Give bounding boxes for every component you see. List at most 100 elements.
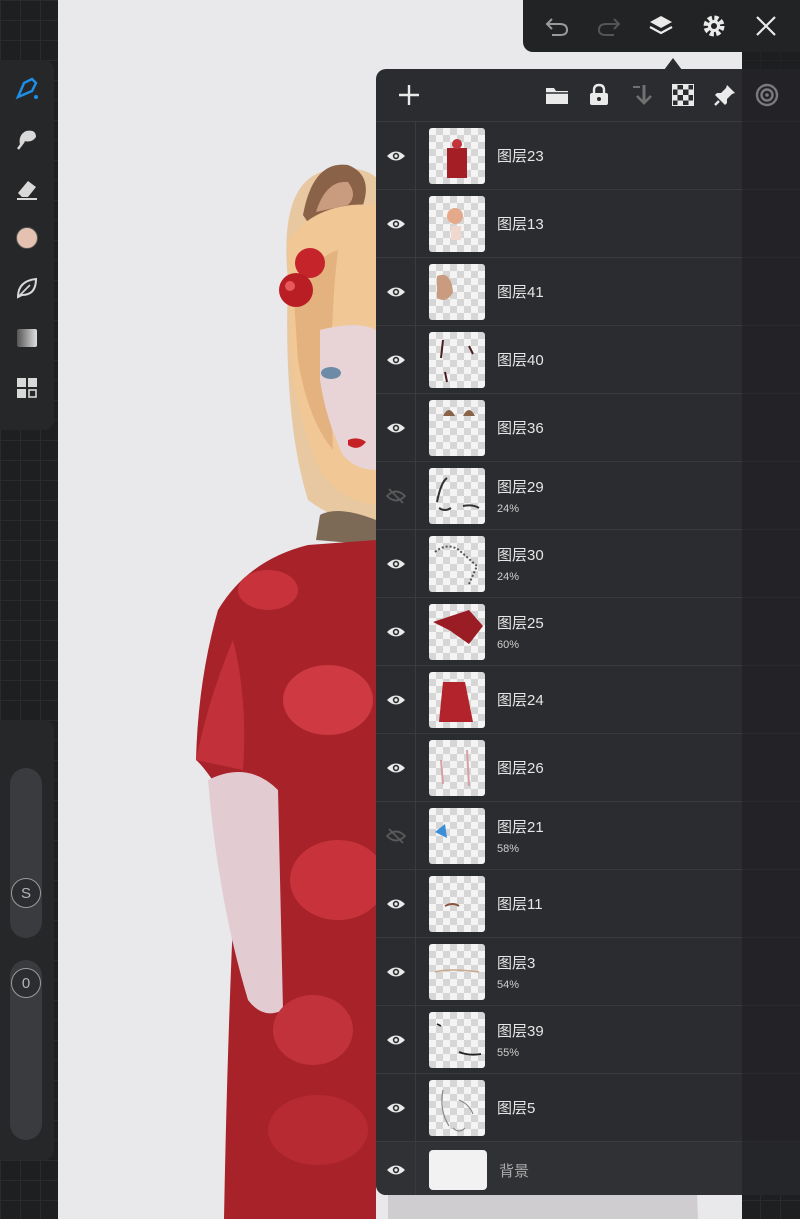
eye-icon[interactable] bbox=[376, 1006, 416, 1073]
opacity-slider-handle[interactable]: 0 bbox=[11, 968, 41, 998]
layer-text: 图层29 24% bbox=[497, 476, 544, 515]
layer-row[interactable]: 图层3 54% bbox=[376, 938, 800, 1006]
folder-icon[interactable] bbox=[536, 74, 578, 116]
layer-thumbnail bbox=[429, 807, 485, 864]
eye-icon[interactable] bbox=[376, 870, 416, 937]
eye-icon[interactable] bbox=[376, 530, 416, 597]
layer-row[interactable]: 图层11 bbox=[376, 870, 800, 938]
layer-row[interactable]: 图层41 bbox=[376, 258, 800, 326]
undo-icon[interactable] bbox=[540, 9, 574, 43]
layer-row[interactable]: 图层23 bbox=[376, 122, 800, 190]
merge-down-icon[interactable] bbox=[620, 74, 662, 116]
layer-thumbnail bbox=[429, 1079, 485, 1136]
eye-hidden-icon[interactable] bbox=[376, 462, 416, 529]
layer-row[interactable]: 图层39 55% bbox=[376, 1006, 800, 1074]
color-swatch[interactable] bbox=[14, 226, 40, 250]
layers-toolbar bbox=[376, 69, 800, 122]
layer-text: 图层13 bbox=[497, 213, 544, 234]
smudge-icon[interactable] bbox=[14, 126, 40, 150]
background-layer-name: 背景 bbox=[499, 1162, 530, 1180]
lock-icon[interactable] bbox=[578, 74, 620, 116]
layer-name: 图层29 bbox=[497, 479, 544, 496]
layer-thumbnail bbox=[429, 603, 485, 660]
layer-text: 图层26 bbox=[497, 757, 544, 778]
layer-row[interactable]: 图层21 58% bbox=[376, 802, 800, 870]
layer-text: 图层11 bbox=[497, 893, 543, 914]
opacity-slider[interactable]: 0 bbox=[10, 960, 42, 1140]
layer-row[interactable]: 图层29 24% bbox=[376, 462, 800, 530]
layer-row[interactable]: 图层25 60% bbox=[376, 598, 800, 666]
layers-icon[interactable] bbox=[644, 9, 678, 43]
layer-name: 图层24 bbox=[497, 692, 544, 709]
eye-icon[interactable] bbox=[376, 326, 416, 393]
brush-size-slider[interactable]: S bbox=[10, 768, 42, 938]
layer-opacity: 58% bbox=[497, 843, 520, 855]
layer-thumbnail bbox=[429, 195, 485, 252]
layer-name: 图层39 bbox=[497, 1023, 544, 1040]
layer-name: 图层23 bbox=[497, 148, 544, 165]
target-icon[interactable] bbox=[746, 74, 788, 116]
layer-thumbnail bbox=[429, 331, 485, 388]
layer-row[interactable]: 图层36 bbox=[376, 394, 800, 462]
eye-icon[interactable] bbox=[376, 938, 416, 1005]
layer-row[interactable]: 图层24 bbox=[376, 666, 800, 734]
layer-row[interactable]: 图层30 24% bbox=[376, 530, 800, 598]
transparency-icon[interactable] bbox=[662, 74, 704, 116]
layer-name: 图层3 bbox=[497, 955, 536, 972]
layer-name: 图层36 bbox=[497, 420, 544, 437]
slider-panel: S 0 bbox=[0, 720, 54, 1160]
layer-name: 图层25 bbox=[497, 615, 544, 632]
layer-row[interactable]: 图层5 bbox=[376, 1074, 800, 1142]
eye-icon[interactable] bbox=[376, 190, 416, 257]
layer-opacity: 55% bbox=[497, 1047, 520, 1059]
eye-icon[interactable] bbox=[376, 666, 416, 733]
leaf-icon[interactable] bbox=[14, 276, 40, 300]
eye-icon[interactable] bbox=[376, 258, 416, 325]
eye-icon[interactable] bbox=[376, 1142, 416, 1195]
background-layer-row[interactable]: 背景 bbox=[376, 1142, 800, 1195]
settings-icon[interactable] bbox=[697, 9, 731, 43]
eye-icon[interactable] bbox=[376, 1074, 416, 1141]
eye-icon[interactable] bbox=[376, 394, 416, 461]
layer-name: 图层21 bbox=[497, 819, 544, 836]
layer-thumbnail bbox=[429, 399, 485, 456]
layer-thumbnail bbox=[429, 1011, 485, 1068]
layer-text: 图层36 bbox=[497, 417, 544, 438]
top-toolbar bbox=[523, 0, 800, 52]
layer-thumbnail bbox=[429, 263, 485, 320]
layer-thumbnail bbox=[429, 535, 485, 592]
eye-icon[interactable] bbox=[376, 734, 416, 801]
layer-thumbnail bbox=[429, 943, 485, 1000]
close-icon[interactable] bbox=[749, 9, 783, 43]
add-layer-icon[interactable] bbox=[388, 74, 430, 116]
pin-icon[interactable] bbox=[704, 74, 746, 116]
layer-text: 图层41 bbox=[497, 281, 544, 302]
eye-hidden-icon[interactable] bbox=[376, 802, 416, 869]
brush-icon[interactable] bbox=[14, 76, 40, 100]
layer-thumbnail bbox=[429, 875, 485, 932]
eye-icon[interactable] bbox=[376, 122, 416, 189]
size-slider-handle[interactable]: S bbox=[11, 878, 41, 908]
layer-text: 图层40 bbox=[497, 349, 544, 370]
layer-name: 图层26 bbox=[497, 760, 544, 777]
layers-panel: 图层23 图层13 图层41 图层40 图层36 图层29 24% 图层30 24% 图层25 60… bbox=[376, 69, 800, 1195]
grid-icon[interactable] bbox=[14, 376, 40, 400]
layer-opacity: 54% bbox=[497, 979, 520, 991]
layer-thumbnail bbox=[429, 127, 485, 184]
layer-name: 图层40 bbox=[497, 352, 544, 369]
layer-name: 图层11 bbox=[497, 896, 543, 913]
gradient-icon[interactable] bbox=[14, 326, 40, 350]
eraser-icon[interactable] bbox=[14, 176, 40, 200]
layer-text: 图层5 bbox=[497, 1097, 535, 1118]
redo-icon[interactable] bbox=[592, 9, 626, 43]
layer-row[interactable]: 图层26 bbox=[376, 734, 800, 802]
layer-text: 图层21 58% bbox=[497, 816, 544, 855]
layer-text: 图层23 bbox=[497, 145, 544, 166]
layer-row[interactable]: 图层13 bbox=[376, 190, 800, 258]
tool-panel bbox=[0, 60, 54, 430]
layer-opacity: 60% bbox=[497, 639, 520, 651]
layer-list: 图层23 图层13 图层41 图层40 图层36 图层29 24% 图层30 24% 图层25 60… bbox=[376, 122, 800, 1195]
layer-name: 图层41 bbox=[497, 284, 544, 301]
eye-icon[interactable] bbox=[376, 598, 416, 665]
layer-row[interactable]: 图层40 bbox=[376, 326, 800, 394]
